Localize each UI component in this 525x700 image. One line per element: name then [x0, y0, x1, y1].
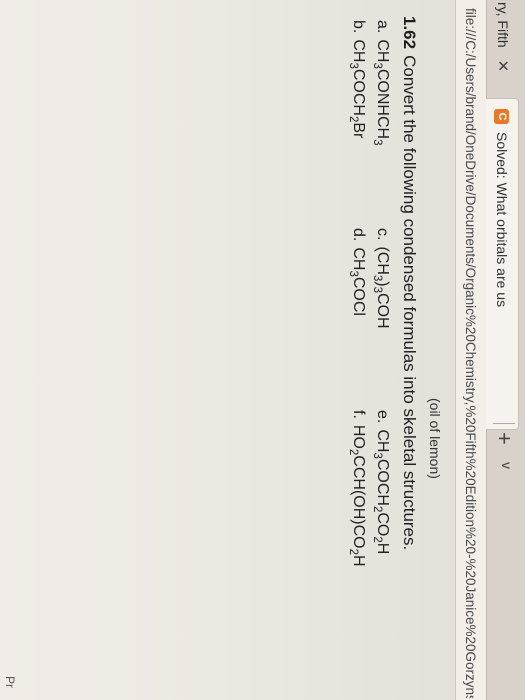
item-letter: f.: [350, 410, 367, 419]
problem-text: Convert the following condensed formulas…: [400, 55, 419, 551]
caption-text: (oil of lemon): [427, 398, 443, 479]
item-formula: (CH3)3COH: [370, 246, 391, 329]
tab-divider: [493, 423, 515, 424]
item-formula: CH3COCl: [346, 247, 367, 316]
new-tab-plus-icon[interactable]: +: [491, 432, 517, 445]
formula-item-c: c. (CH3)3COH: [371, 228, 391, 329]
item-letter: c.: [374, 228, 391, 241]
formula-item-e: e. CH3COCH2CO2H: [371, 410, 391, 554]
tab-strip: ry, Fifth ✕ C Solved: What orbitals are …: [486, 0, 525, 700]
chevron-down-icon[interactable]: v: [499, 462, 515, 469]
formula-item-f: f. HO2CCH(OH)CO2H: [347, 410, 367, 567]
item-letter: e.: [374, 410, 391, 424]
item-formula: CH3CONHCH3: [370, 39, 391, 146]
tab-title: Solved: What orbitals are us: [494, 132, 510, 308]
browser-screen: ry, Fifth ✕ C Solved: What orbitals are …: [0, 0, 525, 700]
chegg-favicon-icon: C: [494, 109, 510, 124]
formula-item-d: d. CH3COCl: [347, 228, 367, 316]
tab-title: ry, Fifth: [495, 2, 511, 48]
tab-previous[interactable]: ry, Fifth ✕: [487, 0, 519, 88]
url-text[interactable]: file:///C:/Users/brand/OneDrive/Document…: [464, 8, 479, 698]
tab-active[interactable]: C Solved: What orbitals are us: [486, 98, 519, 430]
item-formula: HO2CCH(OH)CO2H: [346, 424, 367, 567]
address-bar[interactable]: file:///C:/Users/brand/OneDrive/Document…: [455, 0, 486, 700]
formula-item-a: a. CH3CONHCH3: [371, 20, 391, 145]
corner-text: Pr: [3, 676, 17, 688]
close-icon[interactable]: ✕: [494, 60, 512, 73]
problem-statement: 1.62 Convert the following condensed form…: [399, 16, 419, 550]
item-letter: d.: [350, 228, 367, 242]
item-formula: CH3COCH2Br: [346, 39, 367, 139]
item-letter: b.: [350, 20, 367, 34]
item-letter: a.: [374, 20, 391, 34]
problem-number: 1.62: [400, 16, 419, 50]
item-formula: CH3COCH2CO2H: [370, 429, 391, 555]
photo-background: ry, Fifth ✕ C Solved: What orbitals are …: [0, 0, 525, 700]
formula-item-b: b. CH3COCH2Br: [347, 20, 367, 138]
document-page: (oil of lemon) 1.62 Convert the following…: [0, 0, 455, 700]
